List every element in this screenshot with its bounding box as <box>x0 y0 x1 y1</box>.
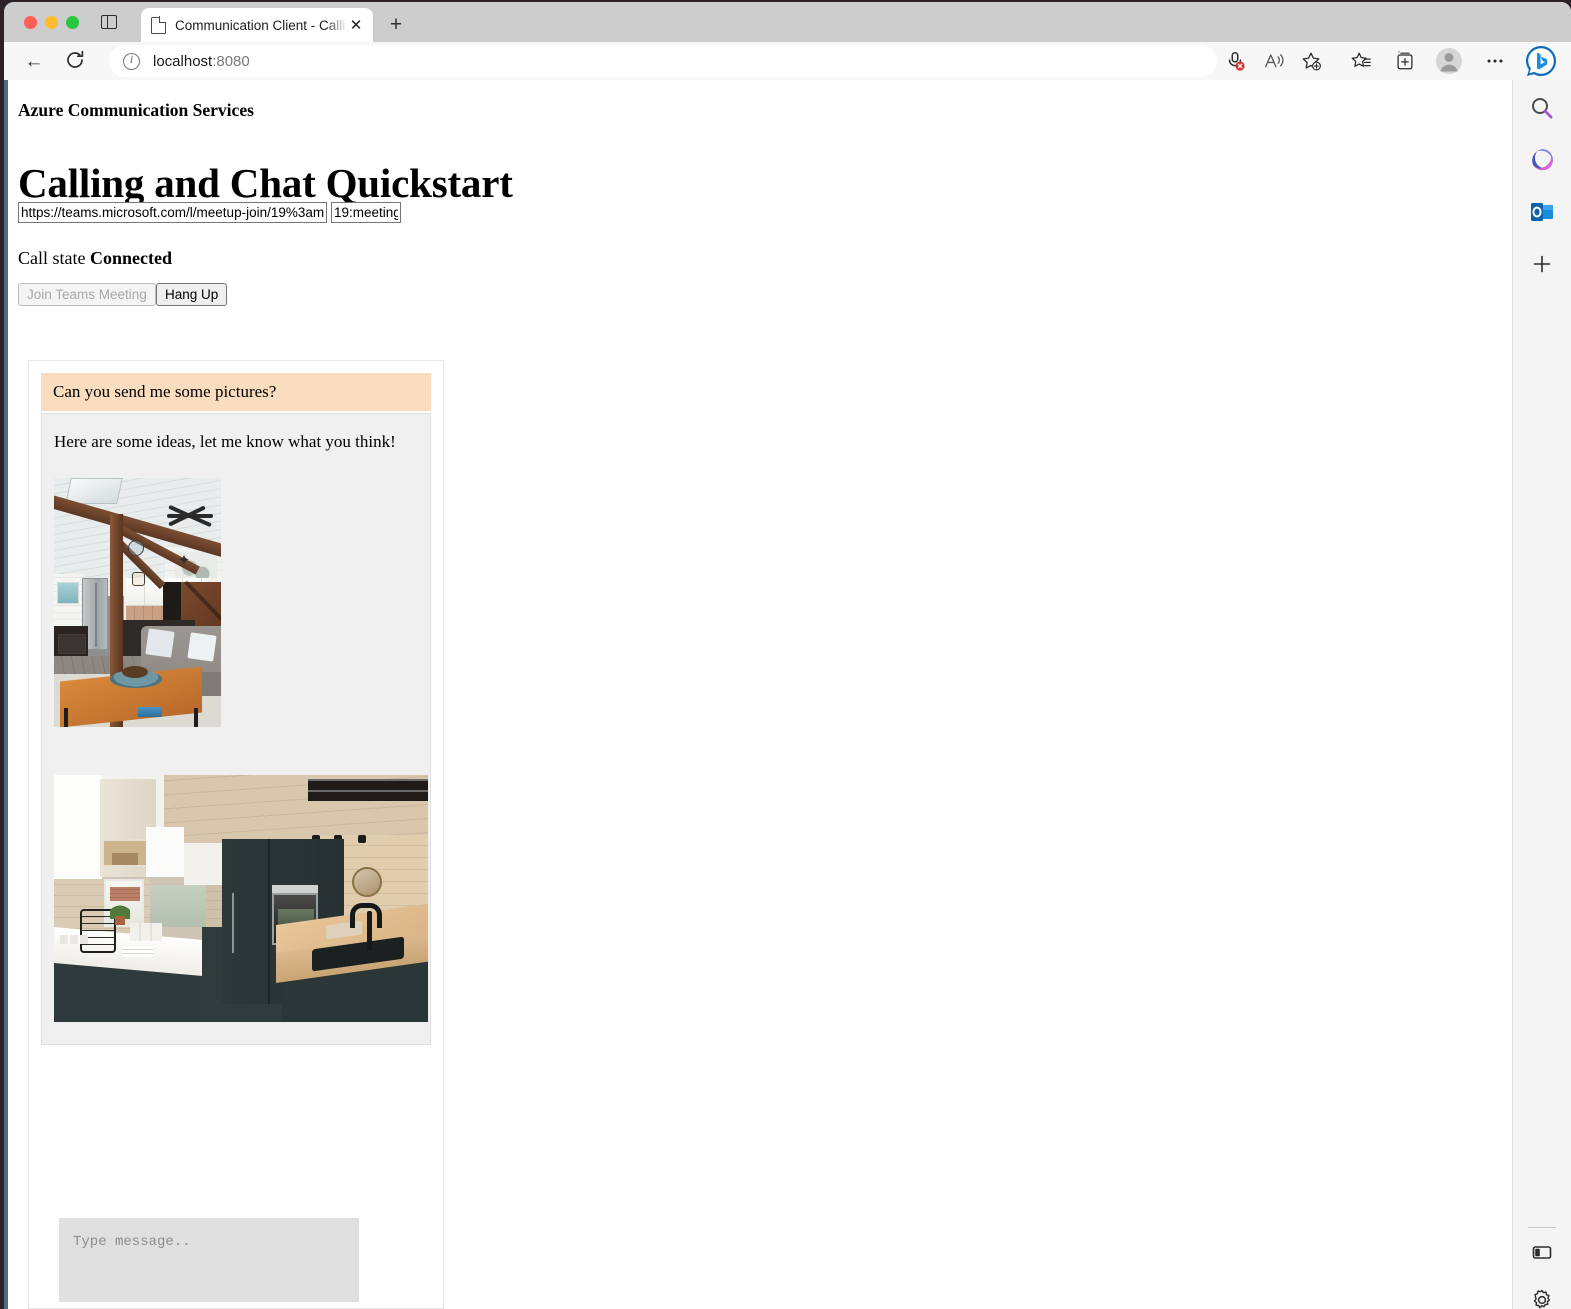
add-to-favorites-icon[interactable] <box>1297 47 1325 75</box>
message-bubble: Here are some ideas, let me know what yo… <box>41 413 431 1045</box>
photo-detail <box>187 632 217 662</box>
profile-avatar-icon[interactable] <box>1435 47 1463 75</box>
chat-message-sent: Can you send me some pictures? <box>41 373 431 411</box>
photo-detail <box>110 897 130 925</box>
browser-window: Communication Client - Calling ✕ + ← i l… <box>4 2 1571 1309</box>
photo-detail <box>122 947 154 957</box>
photo-detail <box>308 779 428 801</box>
living-room-photo[interactable]: ✦ <box>54 478 221 727</box>
message-input[interactable] <box>59 1218 359 1302</box>
join-teams-meeting-button[interactable]: Join Teams Meeting <box>18 283 156 306</box>
page-viewport: Azure Communication Services Calling and… <box>8 80 1512 1309</box>
photo-detail <box>60 935 88 944</box>
favorites-icon[interactable] <box>1347 47 1375 75</box>
maximize-window-button[interactable] <box>66 16 79 29</box>
photo-detail <box>128 540 144 556</box>
photo-detail <box>232 893 234 953</box>
call-state-label: Call state <box>18 248 86 268</box>
browser-tab[interactable]: Communication Client - Calling ✕ <box>141 8 373 42</box>
tab-title: Communication Client - Calling <box>175 17 347 33</box>
add-sidebar-app-icon[interactable] <box>1526 248 1558 280</box>
photo-detail <box>132 572 145 586</box>
close-icon[interactable]: ✕ <box>347 16 365 34</box>
search-icon[interactable] <box>1526 92 1558 124</box>
document-icon <box>151 16 167 34</box>
message-text: Here are some ideas, let me know what yo… <box>54 432 396 451</box>
call-state: Call state Connected <box>18 248 172 269</box>
photo-detail <box>57 582 79 604</box>
site-info-icon[interactable]: i <box>123 52 140 70</box>
back-icon[interactable]: ← <box>21 48 47 74</box>
photo-detail <box>268 839 270 1004</box>
page-title: Calling and Chat Quickstart <box>18 160 513 207</box>
thread-id-input[interactable] <box>331 202 401 223</box>
chat-panel: Can you send me some pictures? Here are … <box>28 360 444 1309</box>
settings-and-more-icon[interactable] <box>1481 47 1509 75</box>
photo-detail <box>184 843 226 885</box>
photo-detail <box>65 478 123 504</box>
hang-up-button[interactable]: Hang Up <box>156 283 228 306</box>
browser-essentials-icon[interactable] <box>1526 1236 1558 1268</box>
edge-sidebar <box>1512 80 1571 1309</box>
teams-meeting-link-input[interactable] <box>18 202 327 223</box>
page-content: Azure Communication Services Calling and… <box>8 80 1512 1309</box>
url-text: localhost:8080 <box>153 53 250 70</box>
photo-detail <box>130 923 162 941</box>
photo-detail <box>110 666 162 688</box>
address-bar[interactable]: i localhost:8080 <box>109 45 1217 77</box>
tab-list-toggle-icon[interactable] <box>101 15 117 29</box>
sidebar-divider <box>1528 1227 1556 1228</box>
tab-strip: Communication Client - Calling ✕ + <box>4 2 1571 42</box>
collections-icon[interactable] <box>1391 47 1419 75</box>
microphone-muted-icon[interactable] <box>1221 47 1249 75</box>
kitchen-photo[interactable] <box>54 775 428 1022</box>
photo-detail: ✦ <box>177 553 191 569</box>
app-name: Azure Communication Services <box>18 100 254 120</box>
sidebar-settings-icon[interactable] <box>1526 1284 1558 1309</box>
message-bubble: Can you send me some pictures? <box>41 373 431 411</box>
photo-detail <box>352 867 382 897</box>
photo-detail <box>54 775 102 879</box>
read-aloud-icon[interactable] <box>1260 47 1288 75</box>
microsoft-365-icon[interactable] <box>1526 144 1558 176</box>
chat-message-received: Here are some ideas, let me know what yo… <box>41 413 431 1045</box>
photo-detail <box>64 708 198 727</box>
url-port: :8080 <box>212 52 250 70</box>
call-state-value: Connected <box>89 248 172 268</box>
photo-detail <box>146 827 184 877</box>
reload-icon[interactable] <box>64 49 88 73</box>
photo-detail <box>159 504 217 528</box>
photo-detail <box>350 903 382 951</box>
outlook-icon[interactable] <box>1526 196 1558 228</box>
copilot-bing-icon[interactable] <box>1523 43 1559 79</box>
window-controls <box>24 16 79 29</box>
photo-detail <box>145 628 175 658</box>
minimize-window-button[interactable] <box>45 16 58 29</box>
url-host: localhost <box>153 52 213 70</box>
new-tab-button[interactable]: + <box>384 12 408 36</box>
close-window-button[interactable] <box>24 16 37 29</box>
navigation-bar: ← i localhost:8080 <box>4 42 1571 80</box>
message-thread[interactable]: Can you send me some pictures? Here are … <box>29 361 443 1161</box>
